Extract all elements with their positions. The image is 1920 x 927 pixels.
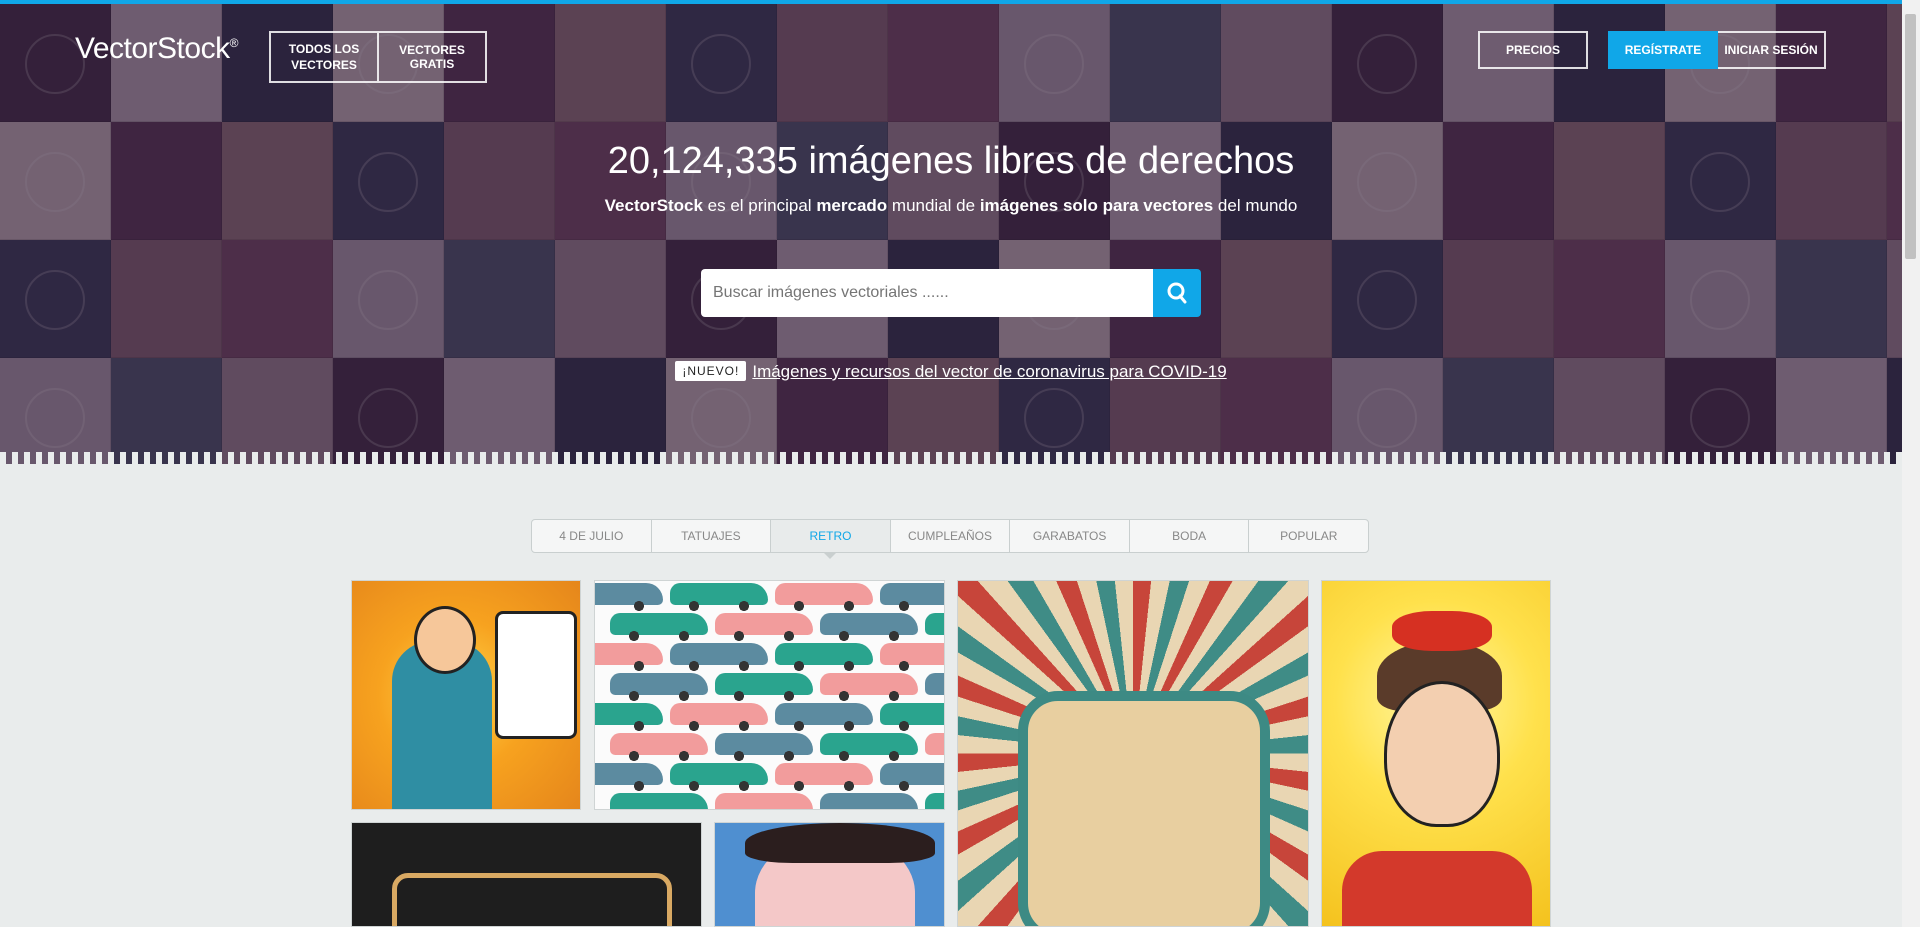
- tab-boda[interactable]: BODA: [1130, 520, 1250, 552]
- image-popart-surprised-woman[interactable]: [1321, 580, 1551, 927]
- car-motif: [925, 613, 944, 641]
- car-motif: [670, 643, 768, 671]
- car-motif: [880, 643, 944, 671]
- nav-pricing-button[interactable]: PRECIOS: [1478, 31, 1588, 69]
- search-input[interactable]: [701, 269, 1153, 317]
- car-motif: [880, 703, 944, 731]
- car-motif: [925, 733, 944, 761]
- car-motif: [610, 673, 708, 701]
- car-motif: [820, 613, 918, 641]
- image-retro-cars-pattern[interactable]: [594, 580, 945, 810]
- image-popart-woman-face[interactable]: [714, 822, 945, 927]
- car-motif: [925, 793, 944, 809]
- hero-headline: 20,124,335 imágenes libres de derechos: [607, 140, 1295, 182]
- car-motif: [595, 583, 663, 611]
- hero-zigzag-edge: [0, 452, 1902, 464]
- tab-garabatos[interactable]: GARABATOS: [1010, 520, 1130, 552]
- car-motif: [715, 733, 813, 761]
- car-motif: [775, 583, 873, 611]
- car-motif: [610, 793, 708, 809]
- car-motif: [670, 763, 768, 791]
- car-motif: [775, 643, 873, 671]
- car-motif: [610, 733, 708, 761]
- register-button[interactable]: REGÍSTRATE: [1608, 31, 1718, 69]
- hero-subheadline: VectorStock es el principal mercado mund…: [604, 196, 1298, 215]
- car-motif: [610, 613, 708, 641]
- car-motif: [880, 583, 944, 611]
- car-motif: [595, 763, 663, 791]
- category-tabs: 4 DE JULIO TATUAJES RETRO CUMPLEAÑOS GARABAT…: [531, 519, 1369, 559]
- car-motif: [595, 643, 663, 671]
- tab-tatuajes[interactable]: TATUAJES: [652, 520, 772, 552]
- image-retro-salesman[interactable]: [351, 580, 581, 810]
- car-motif: [715, 613, 813, 641]
- car-motif: [715, 793, 813, 809]
- search-icon: [1167, 282, 1187, 304]
- car-motif: [715, 673, 813, 701]
- car-motif: [775, 703, 873, 731]
- car-motif: [820, 793, 918, 809]
- covid-announcement: ¡NUEVO! Imágenes y recursos del vector de…: [0, 361, 1902, 382]
- tab-retro[interactable]: RETRO: [771, 520, 891, 559]
- image-retro-sunburst-frame[interactable]: [957, 580, 1309, 927]
- tab-4-de-julio[interactable]: 4 DE JULIO: [532, 520, 652, 552]
- nav-free-vectors-button[interactable]: VECTORES GRATIS: [379, 31, 487, 83]
- tab-popular[interactable]: POPULAR: [1249, 520, 1368, 552]
- scrollbar-thumb[interactable]: [1905, 14, 1916, 259]
- vectorstock-logo[interactable]: VectorStock®: [75, 32, 238, 66]
- car-motif: [820, 733, 918, 761]
- search-bar: [701, 269, 1201, 317]
- new-badge: ¡NUEVO!: [675, 361, 747, 381]
- covid-link[interactable]: Imágenes y recursos del vector de corona…: [752, 362, 1226, 381]
- car-motif: [670, 583, 768, 611]
- top-accent-line: [0, 0, 1902, 4]
- tab-cumpleaños[interactable]: CUMPLEAÑOS: [891, 520, 1011, 552]
- car-motif: [775, 763, 873, 791]
- car-motif: [595, 703, 663, 731]
- nav-all-vectors-button[interactable]: TODOS LOS VECTORES: [269, 31, 379, 83]
- search-button[interactable]: [1153, 269, 1201, 317]
- login-button[interactable]: INICIAR SESIÓN: [1718, 31, 1826, 69]
- car-motif: [670, 703, 768, 731]
- car-motif: [820, 673, 918, 701]
- car-motif: [880, 763, 944, 791]
- car-motif: [925, 673, 944, 701]
- image-gold-ornament[interactable]: [351, 822, 702, 927]
